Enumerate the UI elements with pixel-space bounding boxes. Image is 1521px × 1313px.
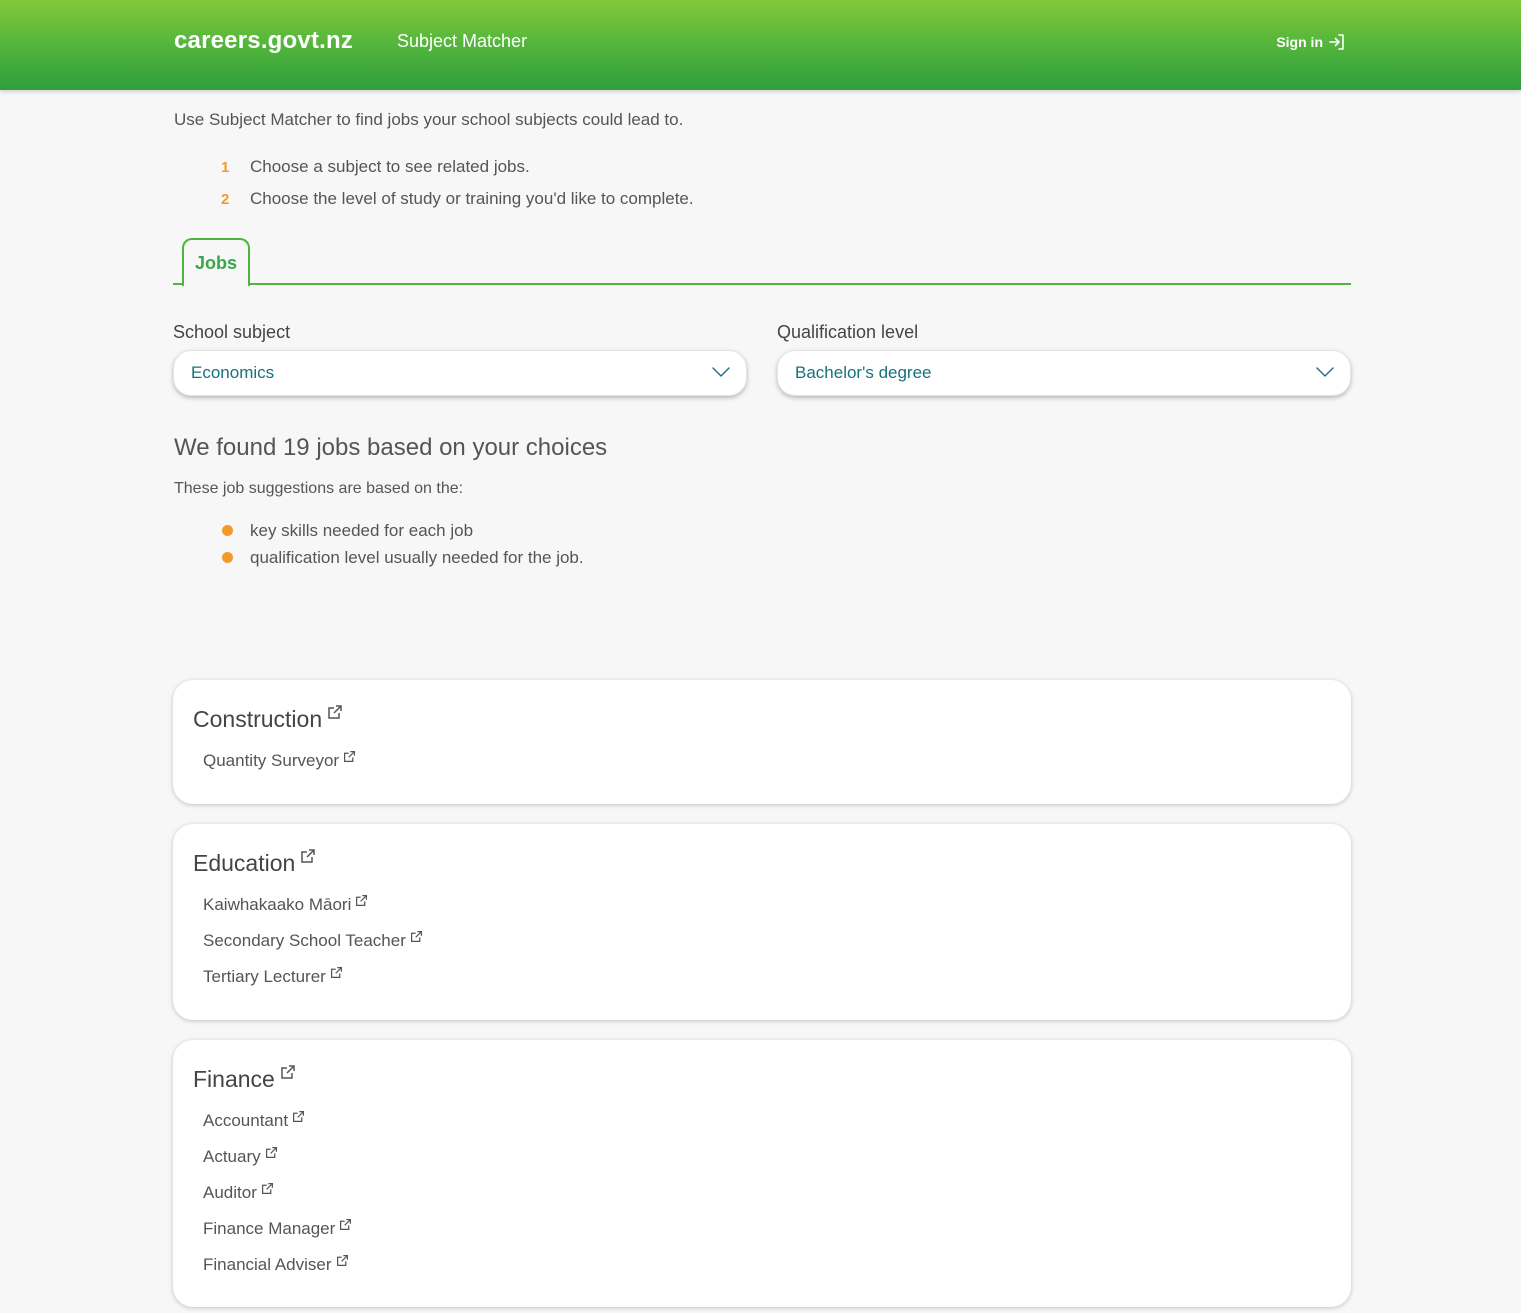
job-list: Accountant Actuary Auditor Finance Manag…: [203, 1103, 352, 1283]
step-item: 1 Choose a subject to see related jobs.: [221, 151, 694, 183]
job-link[interactable]: Kaiwhakaako Māori: [203, 887, 423, 923]
step-text: Choose the level of study or training yo…: [250, 189, 694, 208]
chevron-down-icon: [1316, 367, 1334, 377]
sign-in-label: Sign in: [1276, 34, 1323, 50]
external-link-icon: [328, 705, 342, 719]
category-title: Finance: [193, 1066, 275, 1092]
category-card-finance: Finance Accountant Actuary Auditor Finan…: [173, 1040, 1351, 1307]
criteria-text: qualification level usually needed for t…: [250, 547, 584, 567]
job-link[interactable]: Financial Adviser: [203, 1247, 352, 1283]
external-link-icon: [301, 849, 316, 863]
sign-in-button[interactable]: Sign in: [1276, 33, 1346, 51]
job-title: Financial Adviser: [203, 1255, 332, 1274]
job-title: Finance Manager: [203, 1219, 336, 1238]
external-link-icon: [330, 966, 342, 978]
tab-jobs[interactable]: Jobs: [182, 238, 250, 286]
category-title-link[interactable]: Education: [193, 849, 316, 877]
job-link[interactable]: Actuary: [203, 1139, 352, 1175]
site-logo[interactable]: careers.govt.nz: [174, 27, 353, 55]
job-link[interactable]: Secondary School Teacher: [203, 923, 423, 959]
job-title: Auditor: [203, 1183, 257, 1202]
job-link[interactable]: Tertiary Lecturer: [203, 959, 423, 995]
top-bar: careers.govt.nz Subject Matcher Sign in: [0, 0, 1521, 90]
job-title: Quantity Surveyor: [203, 751, 340, 770]
school-subject-value: Economics: [191, 363, 275, 382]
chevron-down-icon: [712, 367, 730, 377]
step-number: 1: [221, 158, 230, 176]
category-title: Construction: [193, 706, 323, 732]
step-text: Choose a subject to see related jobs.: [250, 157, 530, 176]
category-title: Education: [193, 850, 296, 876]
external-link-icon: [261, 1182, 273, 1194]
external-link-icon: [356, 894, 368, 906]
qualification-level-select[interactable]: Bachelor's degree: [777, 350, 1351, 396]
sign-in-arrow-icon: [1329, 34, 1344, 50]
external-link-icon: [265, 1146, 277, 1158]
app-name[interactable]: Subject Matcher: [397, 31, 527, 52]
qualification-level-label: Qualification level: [777, 322, 919, 342]
bullet-dot-icon: [222, 525, 233, 536]
school-subject-select[interactable]: Economics: [173, 350, 747, 396]
external-link-icon: [410, 930, 422, 942]
results-title: We found 19 jobs based on your choices: [174, 434, 608, 461]
external-link-icon: [281, 1065, 295, 1079]
list-item: key skills needed for each job: [222, 517, 584, 544]
job-title: Tertiary Lecturer: [203, 967, 326, 986]
job-list: Quantity Surveyor: [203, 743, 356, 779]
job-title: Accountant: [203, 1111, 289, 1130]
school-subject-label: School subject: [173, 322, 291, 342]
job-link[interactable]: Accountant: [203, 1103, 352, 1139]
criteria-text: key skills needed for each job: [250, 520, 474, 540]
steps-list: 1 Choose a subject to see related jobs. …: [221, 151, 694, 215]
external-link-icon: [344, 750, 356, 762]
job-title: Kaiwhakaako Māori: [203, 895, 352, 914]
job-link[interactable]: Finance Manager: [203, 1211, 352, 1247]
step-item: 2 Choose the level of study or training …: [221, 183, 694, 215]
criteria-list: key skills needed for each job qualifica…: [222, 517, 584, 571]
external-link-icon: [336, 1254, 348, 1266]
step-number: 2: [221, 190, 230, 208]
category-title-link[interactable]: Construction: [193, 705, 343, 733]
tab-bar: Jobs: [173, 238, 1351, 286]
job-title: Secondary School Teacher: [203, 931, 406, 950]
qualification-level-value: Bachelor's degree: [795, 363, 932, 382]
category-card-education: Education Kaiwhakaako Māori Secondary Sc…: [173, 824, 1351, 1020]
category-title-link[interactable]: Finance: [193, 1065, 296, 1093]
job-title: Actuary: [203, 1147, 261, 1166]
results-subtitle: These job suggestions are based on the:: [174, 480, 464, 497]
list-item: qualification level usually needed for t…: [222, 544, 584, 571]
bullet-dot-icon: [222, 552, 233, 563]
job-link[interactable]: Quantity Surveyor: [203, 743, 356, 779]
job-list: Kaiwhakaako Māori Secondary School Teach…: [203, 887, 423, 995]
external-link-icon: [293, 1110, 305, 1122]
job-link[interactable]: Auditor: [203, 1175, 352, 1211]
external-link-icon: [340, 1218, 352, 1230]
intro-text: Use Subject Matcher to find jobs your sc…: [174, 110, 684, 129]
category-card-construction: Construction Quantity Surveyor: [173, 680, 1351, 804]
